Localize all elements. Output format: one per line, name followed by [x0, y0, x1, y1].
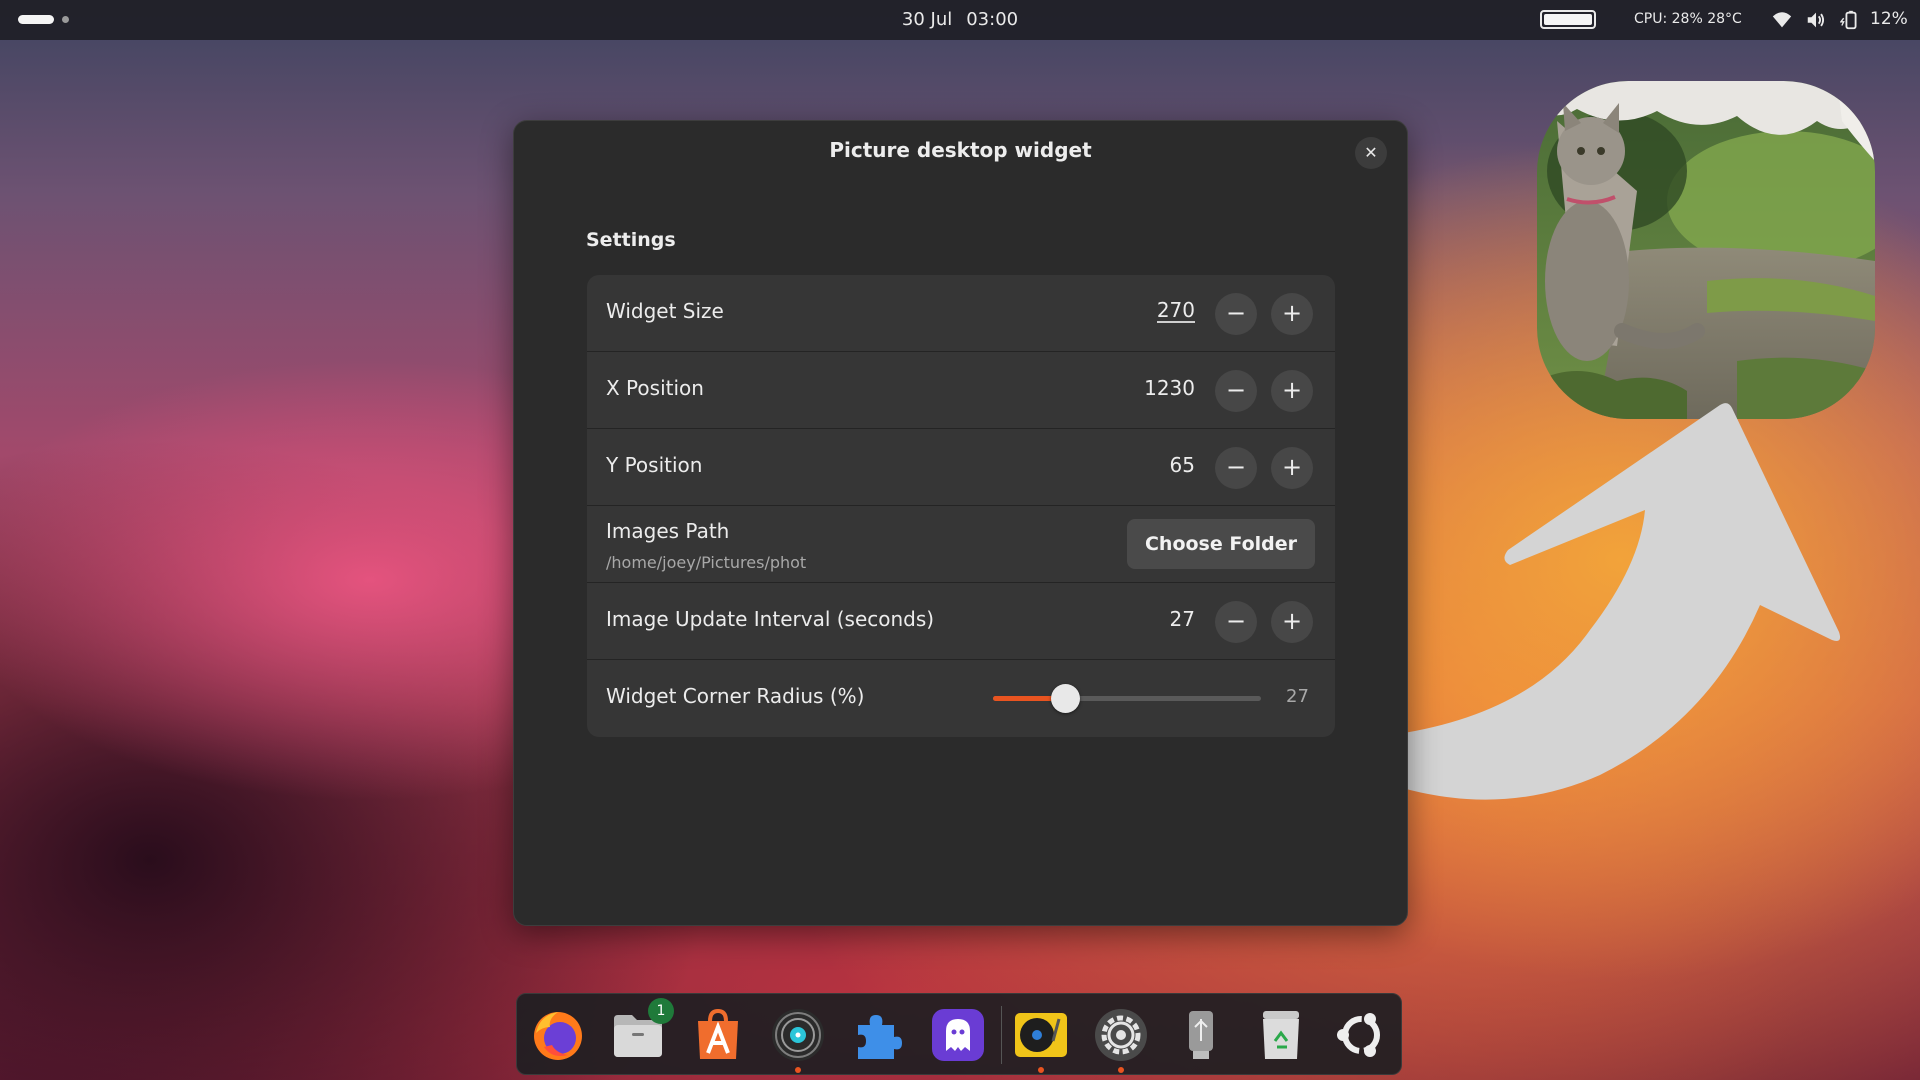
dock-separator [1001, 1006, 1002, 1064]
rhythmbox-icon [772, 1009, 824, 1061]
row-update-interval: Image Update Interval (seconds) 27 − + [587, 583, 1335, 660]
date-label: 30 Jul [901, 9, 953, 30]
trash-icon [1263, 1011, 1299, 1059]
close-button[interactable]: ✕ [1355, 137, 1387, 169]
turntable-icon [1015, 1013, 1067, 1057]
row-label: Widget Size [606, 299, 724, 323]
dock-item-files[interactable]: 1 [610, 998, 674, 1063]
close-icon: ✕ [1364, 143, 1378, 162]
dock-item-settings[interactable] [1093, 1007, 1149, 1073]
images-path-value: /home/joey/Pictures/phot [606, 553, 807, 572]
widget-size-decrement-button[interactable]: − [1215, 293, 1257, 335]
x-position-value[interactable]: 1230 [1144, 376, 1195, 400]
picture-widget-cat-photo [1537, 81, 1875, 419]
row-corner-radius: Widget Corner Radius (%) 27 [587, 660, 1335, 737]
battery-percent: 12% [1870, 9, 1908, 29]
row-label: Y Position [606, 453, 703, 477]
y-position-increment-button[interactable]: + [1271, 447, 1313, 489]
corner-radius-slider[interactable] [993, 684, 1261, 713]
ghost-icon [932, 1009, 984, 1061]
files-badge: 1 [648, 998, 674, 1024]
update-interval-decrement-button[interactable]: − [1215, 601, 1257, 643]
update-interval-value[interactable]: 27 [1170, 607, 1195, 631]
running-indicator [795, 1067, 801, 1073]
minus-icon: − [1225, 607, 1247, 635]
row-images-path: Images Path /home/joey/Pictures/phot Cho… [587, 506, 1335, 583]
top-bar: 30 Jul 03:00 CPU: 28% 28°C 12% [0, 0, 1920, 40]
battery-icon[interactable] [1840, 9, 1862, 31]
row-label: Images Path [606, 519, 730, 543]
section-title: Settings [586, 229, 676, 251]
dock-item-show-apps[interactable] [1333, 1007, 1389, 1063]
row-label: Image Update Interval (seconds) [606, 607, 935, 631]
dock-item-usb-drive[interactable] [1173, 1007, 1229, 1063]
minus-icon: − [1225, 299, 1247, 327]
dock: 1 [516, 993, 1402, 1075]
plus-icon: + [1281, 299, 1303, 327]
app-center-icon [698, 1008, 738, 1059]
dock-item-rhythmbox[interactable] [770, 1007, 826, 1073]
choose-folder-button[interactable]: Choose Folder [1127, 519, 1315, 569]
row-widget-size: Widget Size 270 − + [587, 275, 1335, 352]
dialog-title: Picture desktop widget [829, 138, 1092, 162]
minus-icon: − [1225, 453, 1247, 481]
dock-item-app-center[interactable] [690, 1007, 746, 1063]
running-indicator [1038, 1067, 1044, 1073]
dock-item-extension-manager[interactable] [850, 1007, 906, 1063]
row-label: Widget Corner Radius (%) [606, 684, 865, 708]
plus-icon: + [1281, 453, 1303, 481]
dock-item-trash[interactable] [1253, 1007, 1309, 1063]
firefox-icon [534, 1012, 582, 1060]
running-indicator [1118, 1067, 1124, 1073]
settings-dialog: Picture desktop widget ✕ Settings Widget… [513, 120, 1408, 926]
x-position-decrement-button[interactable]: − [1215, 370, 1257, 412]
row-x-position: X Position 1230 − + [587, 352, 1335, 429]
slider-handle[interactable] [1051, 684, 1081, 713]
volume-icon[interactable] [1805, 9, 1827, 31]
plus-icon: + [1281, 376, 1303, 404]
plus-icon: + [1281, 607, 1303, 635]
widget-size-increment-button[interactable]: + [1271, 293, 1313, 335]
dock-item-music-player[interactable] [1013, 1007, 1069, 1073]
dock-item-ghost-app[interactable] [930, 1007, 986, 1063]
dock-item-firefox[interactable] [530, 1007, 586, 1063]
row-y-position: Y Position 65 − + [587, 429, 1335, 506]
minus-icon: − [1225, 376, 1247, 404]
battery-widget-icon[interactable] [1540, 10, 1596, 29]
cpu-indicator[interactable]: CPU: 28% 28°C [1634, 11, 1742, 27]
corner-radius-value: 27 [1286, 686, 1309, 707]
time-label: 03:00 [966, 9, 1019, 30]
ubuntu-logo-icon [1337, 1013, 1380, 1057]
gear-icon [1095, 1009, 1147, 1061]
y-position-decrement-button[interactable]: − [1215, 447, 1257, 489]
update-interval-increment-button[interactable]: + [1271, 601, 1313, 643]
wifi-icon[interactable] [1771, 9, 1793, 31]
pointer-arrow-graphic [1340, 403, 1841, 800]
y-position-value[interactable]: 65 [1170, 453, 1195, 477]
settings-list: Widget Size 270 − + X Position 1230 − + … [587, 275, 1335, 737]
puzzle-icon [858, 1015, 902, 1059]
x-position-increment-button[interactable]: + [1271, 370, 1313, 412]
row-label: X Position [606, 376, 704, 400]
widget-size-value[interactable]: 270 [1156, 299, 1195, 323]
usb-drive-icon [1189, 1011, 1213, 1059]
clock[interactable]: 30 Jul 03:00 [0, 9, 1920, 30]
